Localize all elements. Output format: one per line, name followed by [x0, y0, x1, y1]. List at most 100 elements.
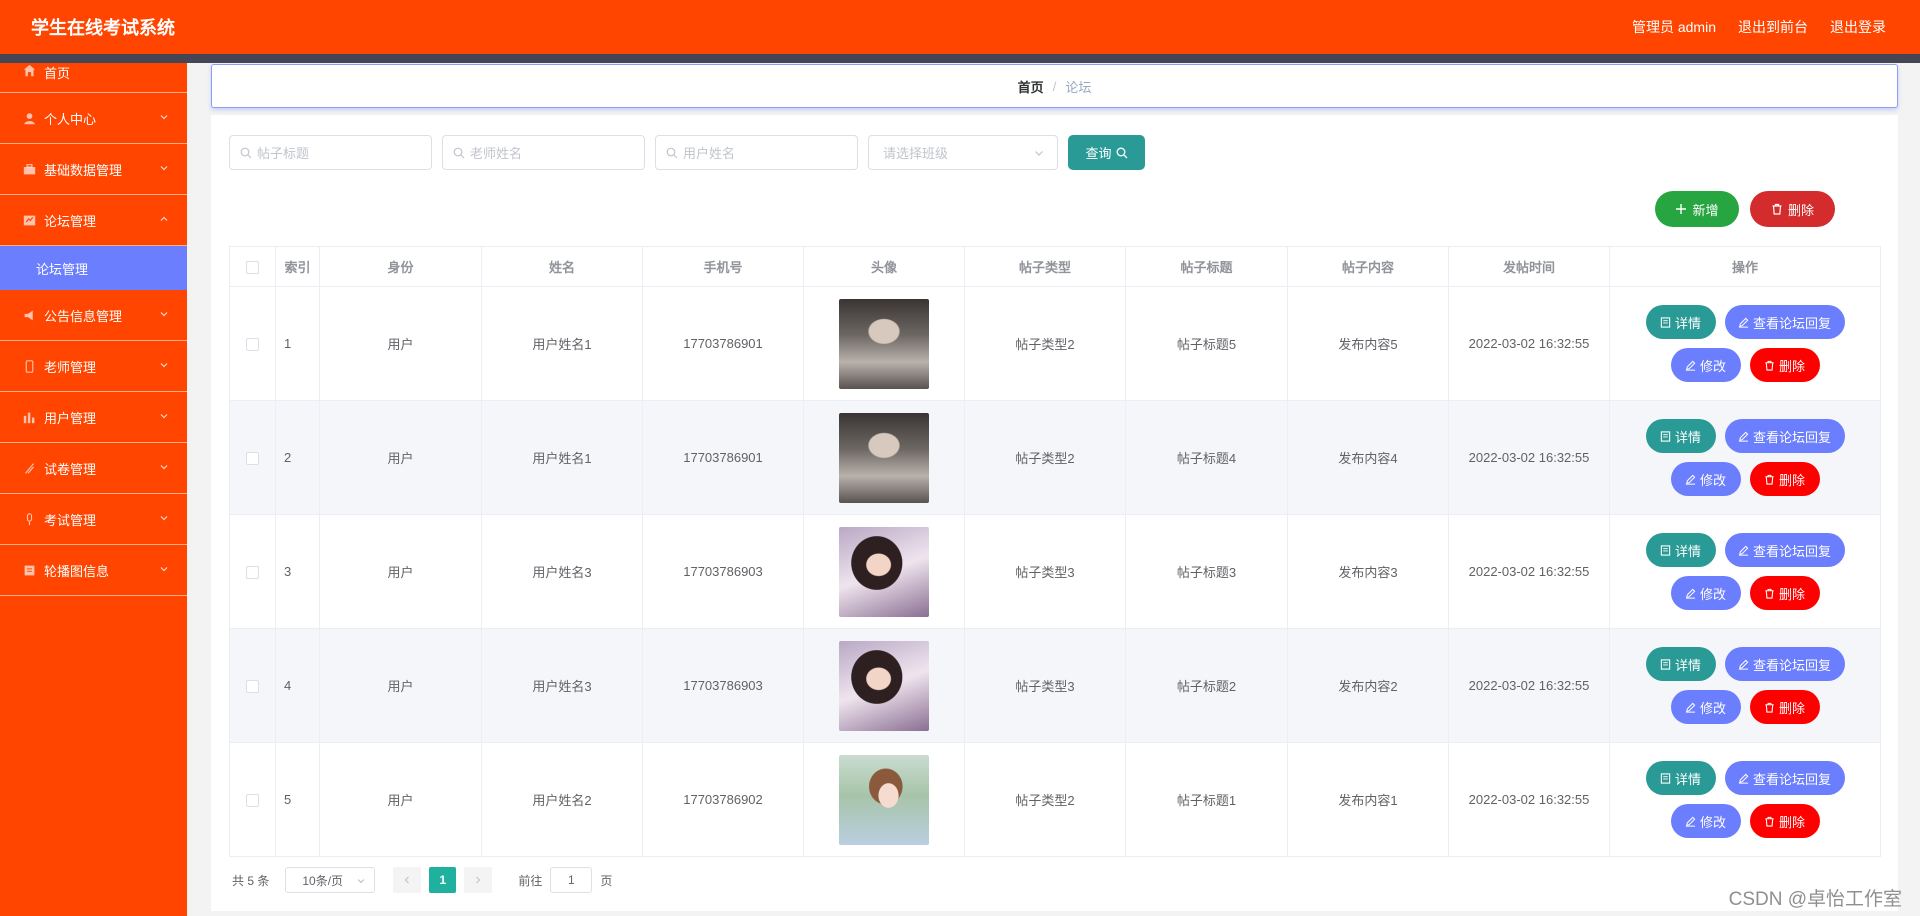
column-header: 手机号 [642, 246, 804, 287]
sidebar-item-exam[interactable]: 考试管理 [0, 494, 187, 545]
sidebar-item-label: 公告信息管理 [44, 308, 123, 324]
chevron-down-icon [159, 564, 169, 577]
delete-button[interactable]: 删除 [1749, 804, 1820, 838]
cell-index: 1 [275, 286, 320, 401]
add-button[interactable]: 新增 [1655, 191, 1739, 227]
cell-index: 2 [275, 400, 320, 515]
delete-button[interactable]: 删除 [1749, 348, 1820, 382]
watermark: CSDN @卓怡工作室 [1728, 889, 1902, 910]
view-replies-button[interactable]: 查看论坛回复 [1724, 305, 1845, 339]
cell-content: 发布内容3 [1287, 514, 1449, 629]
detail-button[interactable]: 详情 [1645, 419, 1716, 453]
chevron-down-icon [357, 879, 365, 884]
view-replies-button[interactable]: 查看论坛回复 [1724, 533, 1845, 567]
view-replies-button[interactable]: 查看论坛回复 [1724, 761, 1845, 795]
row-checkbox[interactable] [246, 794, 259, 808]
edit-button[interactable]: 修改 [1670, 462, 1741, 496]
next-page-button[interactable] [464, 867, 493, 893]
view-replies-button-label: 查看论坛回复 [1752, 315, 1831, 331]
edit-icon [1685, 474, 1696, 485]
class-select[interactable]: 请选择班级 [868, 135, 1058, 170]
cell-title: 帖子标题3 [1125, 514, 1288, 629]
chevron-down-icon [159, 462, 169, 475]
sidebar-item-paper[interactable]: 试卷管理 [0, 443, 187, 494]
carousel-icon [22, 563, 36, 577]
plus-icon [1675, 203, 1687, 215]
row-checkbox[interactable] [246, 338, 259, 352]
query-button[interactable]: 查询 [1068, 135, 1145, 170]
cell-title: 帖子标题1 [1125, 742, 1288, 857]
row-checkbox[interactable] [246, 452, 259, 466]
detail-button[interactable]: 详情 [1645, 305, 1716, 339]
cell-actions: 详情 查看论坛回复 修改 删除 [1609, 742, 1881, 857]
page-suffix-label: 页 [600, 873, 613, 888]
sidebar-item-basic-data[interactable]: 基础数据管理 [0, 144, 187, 195]
post-title-search-input[interactable]: 帖子标题 [229, 135, 432, 170]
search-icon [240, 147, 252, 158]
column-header: 头像 [803, 246, 965, 287]
trash-icon [1764, 816, 1775, 827]
sidebar-item-home[interactable]: 首页 [0, 63, 187, 93]
cell-name: 用户姓名1 [481, 400, 643, 515]
detail-button-label: 详情 [1674, 543, 1701, 559]
search-icon [453, 147, 465, 158]
avatar-image [839, 640, 929, 731]
sidebar-item-carousel[interactable]: 轮播图信息 [0, 545, 187, 596]
detail-button[interactable]: 详情 [1645, 761, 1716, 795]
view-replies-button[interactable]: 查看论坛回复 [1724, 647, 1845, 681]
sidebar-item-teacher[interactable]: 老师管理 [0, 341, 187, 392]
cell-index: 3 [275, 514, 320, 629]
cell-phone: 17703786901 [642, 400, 804, 515]
sidebar-item-personal-center[interactable]: 个人中心 [0, 93, 187, 144]
edit-button[interactable]: 修改 [1670, 348, 1741, 382]
document-icon [1660, 430, 1671, 442]
edit-button[interactable]: 修改 [1670, 690, 1741, 724]
cell-title: 帖子标题5 [1125, 286, 1288, 401]
row-select-cell [229, 400, 276, 515]
detail-button[interactable]: 详情 [1645, 647, 1716, 681]
column-header: 发帖时间 [1448, 246, 1610, 287]
teacher-name-search-input[interactable]: 老师姓名 [442, 135, 645, 170]
cell-avatar [803, 628, 965, 743]
cell-role: 用户 [319, 286, 482, 401]
sidebar-item-forum[interactable]: 论坛管理 [0, 195, 187, 246]
column-header: 索引 [275, 246, 320, 287]
row-select-cell [229, 286, 276, 401]
batch-delete-button[interactable]: 删除 [1750, 191, 1835, 227]
page-number-current[interactable]: 1 [429, 867, 457, 893]
delete-button[interactable]: 删除 [1749, 576, 1820, 610]
cell-time: 2022-03-02 16:32:55 [1448, 400, 1610, 515]
breadcrumb-home[interactable]: 首页 [1018, 77, 1044, 96]
cell-actions: 详情 查看论坛回复 修改 删除 [1609, 628, 1881, 743]
edit-icon [1685, 816, 1696, 827]
user-name-search-input[interactable]: 用户姓名 [655, 135, 858, 170]
row-checkbox[interactable] [246, 566, 259, 580]
select-all-checkbox[interactable] [246, 261, 259, 275]
submenu-item-forum-management[interactable]: 论坛管理 [0, 246, 187, 290]
sidebar-item-notice[interactable]: 公告信息管理 [0, 290, 187, 341]
chevron-down-icon [159, 513, 169, 526]
goto-page-input[interactable]: 1 [550, 867, 593, 893]
logout-link[interactable]: 退出登录 [1830, 17, 1886, 37]
sidebar-item-user[interactable]: 用户管理 [0, 392, 187, 443]
cell-phone: 17703786901 [642, 286, 804, 401]
back-to-front-link[interactable]: 退出到前台 [1738, 17, 1808, 37]
detail-button-label: 详情 [1674, 771, 1701, 787]
cell-role: 用户 [319, 628, 482, 743]
cell-type: 帖子类型2 [964, 286, 1126, 401]
cell-name: 用户姓名3 [481, 514, 643, 629]
delete-button[interactable]: 删除 [1749, 690, 1820, 724]
cell-type: 帖子类型3 [964, 628, 1126, 743]
prev-page-button[interactable] [393, 867, 422, 893]
edit-button[interactable]: 修改 [1670, 804, 1741, 838]
edit-icon [1685, 360, 1696, 371]
page-size-select[interactable]: 10条/页 [285, 867, 376, 893]
sidebar-item-label: 论坛管理 [44, 213, 97, 229]
cell-avatar [803, 742, 965, 857]
view-replies-button[interactable]: 查看论坛回复 [1724, 419, 1845, 453]
edit-button[interactable]: 修改 [1670, 576, 1741, 610]
delete-button[interactable]: 删除 [1749, 462, 1820, 496]
detail-button[interactable]: 详情 [1645, 533, 1716, 567]
row-checkbox[interactable] [246, 680, 259, 694]
pagination-total: 共 5 条 [232, 873, 270, 888]
